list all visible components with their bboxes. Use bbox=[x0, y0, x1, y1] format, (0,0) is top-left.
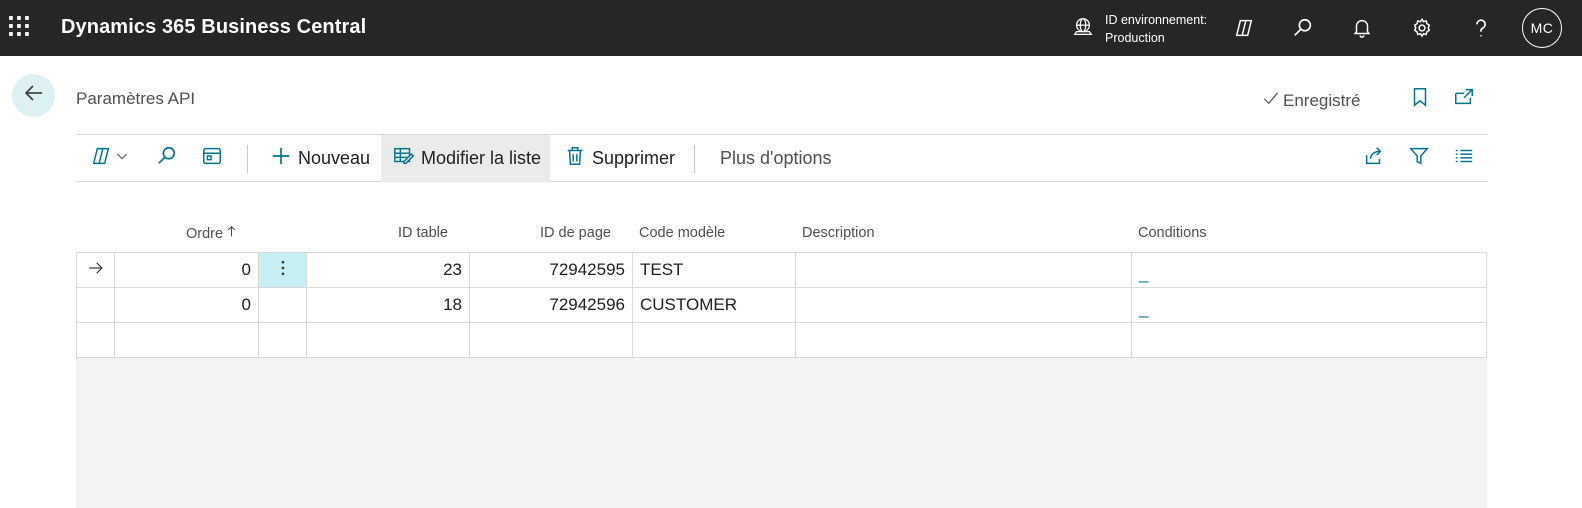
page-title: Paramètres API bbox=[76, 89, 196, 108]
action-bar-separator bbox=[247, 145, 248, 173]
list-view-icon bbox=[1453, 145, 1475, 172]
bookmark-icon[interactable] bbox=[1409, 86, 1433, 110]
cell-description[interactable] bbox=[796, 288, 1132, 322]
table-row[interactable]: 0 23 72942595 TEST _ bbox=[76, 253, 1487, 288]
new-button-label: Nouveau bbox=[298, 148, 371, 168]
arrow-left-icon bbox=[22, 81, 46, 110]
column-header-description[interactable]: Description bbox=[802, 225, 875, 241]
column-header-page-id[interactable]: ID de page bbox=[540, 225, 611, 241]
copilot-icon[interactable] bbox=[1230, 14, 1258, 42]
filter-icon bbox=[1408, 145, 1430, 172]
saved-status: Enregistré bbox=[1262, 89, 1360, 112]
cell-template-code[interactable] bbox=[633, 323, 796, 357]
row-selector[interactable] bbox=[76, 288, 115, 322]
cell-page-id[interactable]: 72942596 bbox=[470, 288, 633, 322]
globe-environment-icon bbox=[1072, 16, 1094, 43]
cell-description[interactable] bbox=[796, 323, 1132, 357]
plus-icon bbox=[270, 145, 292, 172]
cell-order[interactable]: 0 bbox=[115, 288, 259, 322]
open-new-window-icon[interactable] bbox=[1453, 86, 1477, 110]
more-vertical-icon bbox=[273, 258, 293, 283]
cell-conditions[interactable]: _ bbox=[1132, 253, 1487, 287]
cell-table-id[interactable]: 23 bbox=[307, 253, 470, 287]
column-header-table-id[interactable]: ID table bbox=[398, 225, 448, 241]
row-actions-cell[interactable] bbox=[259, 288, 307, 322]
cell-order[interactable] bbox=[115, 323, 259, 357]
analysis-mode-button[interactable] bbox=[201, 135, 223, 182]
filter-button[interactable] bbox=[1408, 135, 1430, 182]
trash-icon bbox=[564, 145, 586, 172]
cell-table-id[interactable]: 18 bbox=[307, 288, 470, 322]
sort-ascending-icon bbox=[223, 225, 238, 242]
environment-label: ID environnement: bbox=[1105, 13, 1208, 27]
share-icon bbox=[1363, 145, 1385, 172]
list-empty-area bbox=[76, 356, 1487, 508]
row-actions-cell[interactable] bbox=[259, 323, 307, 357]
delete-button-label: Supprimer bbox=[592, 148, 676, 168]
table-row-empty[interactable] bbox=[76, 323, 1487, 358]
copilot-icon bbox=[90, 145, 112, 172]
app-launcher-icon[interactable] bbox=[9, 16, 31, 38]
edit-list-icon bbox=[393, 145, 415, 172]
row-selector[interactable] bbox=[76, 323, 115, 357]
app-top-bar: Dynamics 365 Business Central ID environ… bbox=[0, 0, 1582, 56]
environment-info[interactable]: ID environnement: Production bbox=[1072, 9, 1207, 49]
cell-conditions[interactable] bbox=[1132, 323, 1487, 357]
environment-value: Production bbox=[1105, 31, 1165, 45]
table-row[interactable]: 0 18 72942596 CUSTOMER _ bbox=[76, 288, 1487, 323]
gear-settings-icon[interactable] bbox=[1408, 14, 1436, 42]
data-grid: 0 23 72942595 TEST _ 0 18 72942596 CUSTO… bbox=[76, 252, 1487, 358]
row-actions-button[interactable] bbox=[259, 253, 307, 287]
cell-page-id[interactable] bbox=[470, 323, 633, 357]
more-options-button[interactable]: Plus d'options bbox=[720, 135, 832, 182]
cell-table-id[interactable] bbox=[307, 323, 470, 357]
cell-page-id[interactable]: 72942595 bbox=[470, 253, 633, 287]
action-bar-separator bbox=[694, 145, 695, 173]
help-icon[interactable] bbox=[1467, 14, 1495, 42]
cell-template-code[interactable]: TEST bbox=[633, 253, 796, 287]
column-header-template-code[interactable]: Code modèle bbox=[639, 225, 725, 241]
bell-notification-icon[interactable] bbox=[1348, 14, 1376, 42]
copilot-dropdown-button[interactable] bbox=[90, 135, 130, 182]
saved-status-label: Enregistré bbox=[1283, 90, 1361, 110]
search-icon[interactable] bbox=[1289, 14, 1317, 42]
chevron-down-icon bbox=[112, 148, 130, 169]
conditions-link[interactable]: _ bbox=[1139, 299, 1148, 319]
list-view-button[interactable] bbox=[1453, 135, 1475, 182]
cell-template-code[interactable]: CUSTOMER bbox=[633, 288, 796, 322]
action-bar: Nouveau Modifier la liste Supprimer Plus… bbox=[76, 134, 1488, 182]
row-selector[interactable] bbox=[76, 253, 115, 287]
user-avatar[interactable]: MC bbox=[1522, 8, 1562, 48]
column-header-order[interactable]: Ordre bbox=[186, 225, 238, 242]
analysis-mode-icon bbox=[201, 145, 223, 172]
cell-description[interactable] bbox=[796, 253, 1132, 287]
app-title[interactable]: Dynamics 365 Business Central bbox=[61, 16, 366, 39]
new-button[interactable]: Nouveau bbox=[270, 135, 370, 182]
cell-conditions[interactable]: _ bbox=[1132, 288, 1487, 322]
search-list-button[interactable] bbox=[156, 135, 178, 182]
edit-list-button-label: Modifier la liste bbox=[421, 148, 542, 168]
edit-list-button[interactable]: Modifier la liste bbox=[381, 135, 550, 182]
delete-button[interactable]: Supprimer bbox=[564, 135, 675, 182]
column-header-conditions[interactable]: Conditions bbox=[1138, 225, 1207, 241]
arrow-right-icon bbox=[87, 259, 105, 282]
back-button[interactable] bbox=[12, 74, 55, 117]
cell-order[interactable]: 0 bbox=[115, 253, 259, 287]
conditions-link[interactable]: _ bbox=[1139, 264, 1148, 284]
search-icon bbox=[156, 145, 178, 172]
checkmark-icon bbox=[1262, 89, 1283, 112]
share-button[interactable] bbox=[1363, 135, 1385, 182]
